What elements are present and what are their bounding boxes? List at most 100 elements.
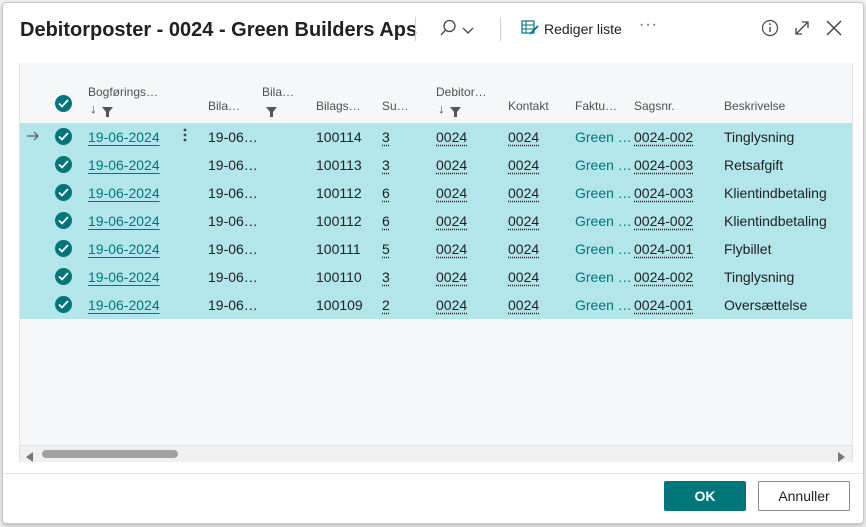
sort-down-icon[interactable]: ↓ bbox=[90, 101, 97, 116]
close-icon[interactable] bbox=[825, 19, 843, 42]
col-contact[interactable]: Kontakt bbox=[508, 99, 549, 113]
cell-posting-date[interactable]: 19-06-2024 bbox=[88, 185, 160, 201]
col-document-date[interactable]: Bila… bbox=[208, 99, 240, 113]
cell-su[interactable]: 2 bbox=[382, 297, 390, 313]
cell-description: Retsafgift bbox=[724, 157, 784, 173]
cell-posting-date[interactable]: 19-06-2024 bbox=[88, 241, 160, 257]
cell-contact[interactable]: 0024 bbox=[508, 297, 539, 313]
info-icon[interactable] bbox=[761, 19, 779, 42]
cell-contact[interactable]: 0024 bbox=[508, 129, 539, 145]
filter-icon[interactable] bbox=[450, 104, 461, 122]
row-check-icon[interactable] bbox=[55, 156, 72, 173]
row-check-icon[interactable] bbox=[55, 240, 72, 257]
current-row-arrow-icon bbox=[26, 129, 40, 147]
row-check-icon[interactable] bbox=[55, 128, 72, 145]
cell-job-no[interactable]: 0024-002 bbox=[634, 129, 693, 145]
scrollbar-thumb[interactable] bbox=[42, 450, 178, 458]
header-divider bbox=[500, 17, 501, 41]
col-document-no[interactable]: Bilags… bbox=[316, 99, 361, 113]
cell-invoice[interactable]: Green … bbox=[575, 297, 632, 313]
cell-invoice[interactable]: Green … bbox=[575, 129, 632, 145]
cell-job-no[interactable]: 0024-003 bbox=[634, 185, 693, 201]
cell-contact[interactable]: 0024 bbox=[508, 269, 539, 285]
select-all-check-icon[interactable] bbox=[55, 95, 72, 112]
table-row[interactable]: 19-06-2024 19-06… 100110 3 0024 0024 Green … 00… bbox=[20, 263, 852, 292]
row-menu-icon[interactable] bbox=[183, 127, 187, 147]
edit-list-button[interactable]: Rediger liste bbox=[521, 19, 622, 38]
cancel-button[interactable]: Annuller bbox=[758, 481, 850, 511]
table-row[interactable]: 19-06-2024 19-06… 100114 3 0024 0024 Green … 00… bbox=[20, 123, 852, 152]
cell-doc-date: 19-06… bbox=[208, 241, 258, 257]
row-check-icon[interactable] bbox=[55, 296, 72, 313]
cell-contact[interactable]: 0024 bbox=[508, 241, 539, 257]
scroll-left-icon[interactable] bbox=[26, 449, 34, 467]
cell-contact[interactable]: 0024 bbox=[508, 213, 539, 229]
search-icon[interactable] bbox=[439, 19, 457, 42]
cell-invoice[interactable]: Green … bbox=[575, 185, 632, 201]
cell-description: Tinglysning bbox=[724, 129, 795, 145]
cell-contact[interactable]: 0024 bbox=[508, 185, 539, 201]
expand-icon[interactable] bbox=[793, 19, 811, 42]
cell-doc-no: 100112 bbox=[316, 213, 362, 229]
cell-customer[interactable]: 0024 bbox=[436, 297, 467, 313]
dialog-header: Debitorposter - 0024 - Green Builders Ap… bbox=[3, 3, 863, 57]
cell-job-no[interactable]: 0024-001 bbox=[634, 241, 693, 257]
cell-customer[interactable]: 0024 bbox=[436, 213, 467, 229]
cell-su[interactable]: 6 bbox=[382, 213, 390, 229]
cell-customer[interactable]: 0024 bbox=[436, 269, 467, 285]
cell-su[interactable]: 6 bbox=[382, 185, 390, 201]
cell-doc-no: 100113 bbox=[316, 157, 362, 173]
cell-doc-no: 100109 bbox=[316, 297, 363, 313]
cell-su[interactable]: 5 bbox=[382, 241, 390, 257]
cell-invoice[interactable]: Green … bbox=[575, 269, 632, 285]
cell-su[interactable]: 3 bbox=[382, 157, 390, 173]
cell-job-no[interactable]: 0024-001 bbox=[634, 297, 693, 313]
col-document-type[interactable]: Bila… bbox=[262, 85, 294, 99]
table-row[interactable]: 19-06-2024 19-06… 100111 5 0024 0024 Green … 00… bbox=[20, 235, 852, 264]
cell-posting-date[interactable]: 19-06-2024 bbox=[88, 297, 160, 313]
row-check-icon[interactable] bbox=[55, 268, 72, 285]
table-row[interactable]: 19-06-2024 19-06… 100109 2 0024 0024 Green … 00… bbox=[20, 291, 852, 320]
cell-job-no[interactable]: 0024-002 bbox=[634, 213, 693, 229]
row-check-icon[interactable] bbox=[55, 212, 72, 229]
cell-doc-no: 100114 bbox=[316, 129, 362, 145]
col-customer-no[interactable]: Debitor… bbox=[436, 85, 487, 99]
col-invoice[interactable]: Faktu… bbox=[575, 99, 617, 113]
cell-doc-date: 19-06… bbox=[208, 185, 258, 201]
sort-down-icon[interactable]: ↓ bbox=[438, 101, 445, 116]
cell-su[interactable]: 3 bbox=[382, 269, 390, 285]
col-description[interactable]: Beskrivelse bbox=[724, 99, 785, 113]
row-check-icon[interactable] bbox=[55, 184, 72, 201]
table-row[interactable]: 19-06-2024 19-06… 100113 3 0024 0024 Green … 00… bbox=[20, 151, 852, 180]
table-row[interactable]: 19-06-2024 19-06… 100112 6 0024 0024 Green … 00… bbox=[20, 207, 852, 236]
ok-button[interactable]: OK bbox=[664, 481, 746, 511]
cell-invoice[interactable]: Green … bbox=[575, 157, 632, 173]
cell-invoice[interactable]: Green … bbox=[575, 213, 632, 229]
cell-posting-date[interactable]: 19-06-2024 bbox=[88, 157, 160, 173]
col-posting-date[interactable]: Bogførings… bbox=[88, 85, 158, 99]
cell-doc-date: 19-06… bbox=[208, 129, 258, 145]
cell-doc-date: 19-06… bbox=[208, 213, 258, 229]
cell-customer[interactable]: 0024 bbox=[436, 129, 467, 145]
cell-invoice[interactable]: Green … bbox=[575, 241, 632, 257]
dialog: Debitorposter - 0024 - Green Builders Ap… bbox=[2, 2, 864, 524]
cell-posting-date[interactable]: 19-06-2024 bbox=[88, 269, 160, 285]
scroll-right-icon[interactable] bbox=[838, 449, 846, 467]
cell-customer[interactable]: 0024 bbox=[436, 241, 467, 257]
horizontal-scrollbar[interactable] bbox=[20, 445, 852, 462]
cell-customer[interactable]: 0024 bbox=[436, 185, 467, 201]
filter-icon[interactable] bbox=[102, 104, 113, 122]
cell-contact[interactable]: 0024 bbox=[508, 157, 539, 173]
chevron-down-icon[interactable] bbox=[462, 23, 474, 41]
cell-customer[interactable]: 0024 bbox=[436, 157, 467, 173]
cell-job-no[interactable]: 0024-003 bbox=[634, 157, 693, 173]
cell-posting-date[interactable]: 19-06-2024 bbox=[88, 213, 160, 229]
filter-icon[interactable] bbox=[266, 104, 277, 122]
cell-job-no[interactable]: 0024-002 bbox=[634, 269, 693, 285]
col-su[interactable]: Su… bbox=[382, 99, 409, 113]
table-row[interactable]: 19-06-2024 19-06… 100112 6 0024 0024 Green … 00… bbox=[20, 179, 852, 208]
cell-posting-date[interactable]: 19-06-2024 bbox=[88, 129, 160, 145]
cell-su[interactable]: 3 bbox=[382, 129, 390, 145]
col-job-no[interactable]: Sagsnr. bbox=[634, 99, 675, 113]
more-options-button[interactable]: ··· bbox=[639, 16, 658, 34]
